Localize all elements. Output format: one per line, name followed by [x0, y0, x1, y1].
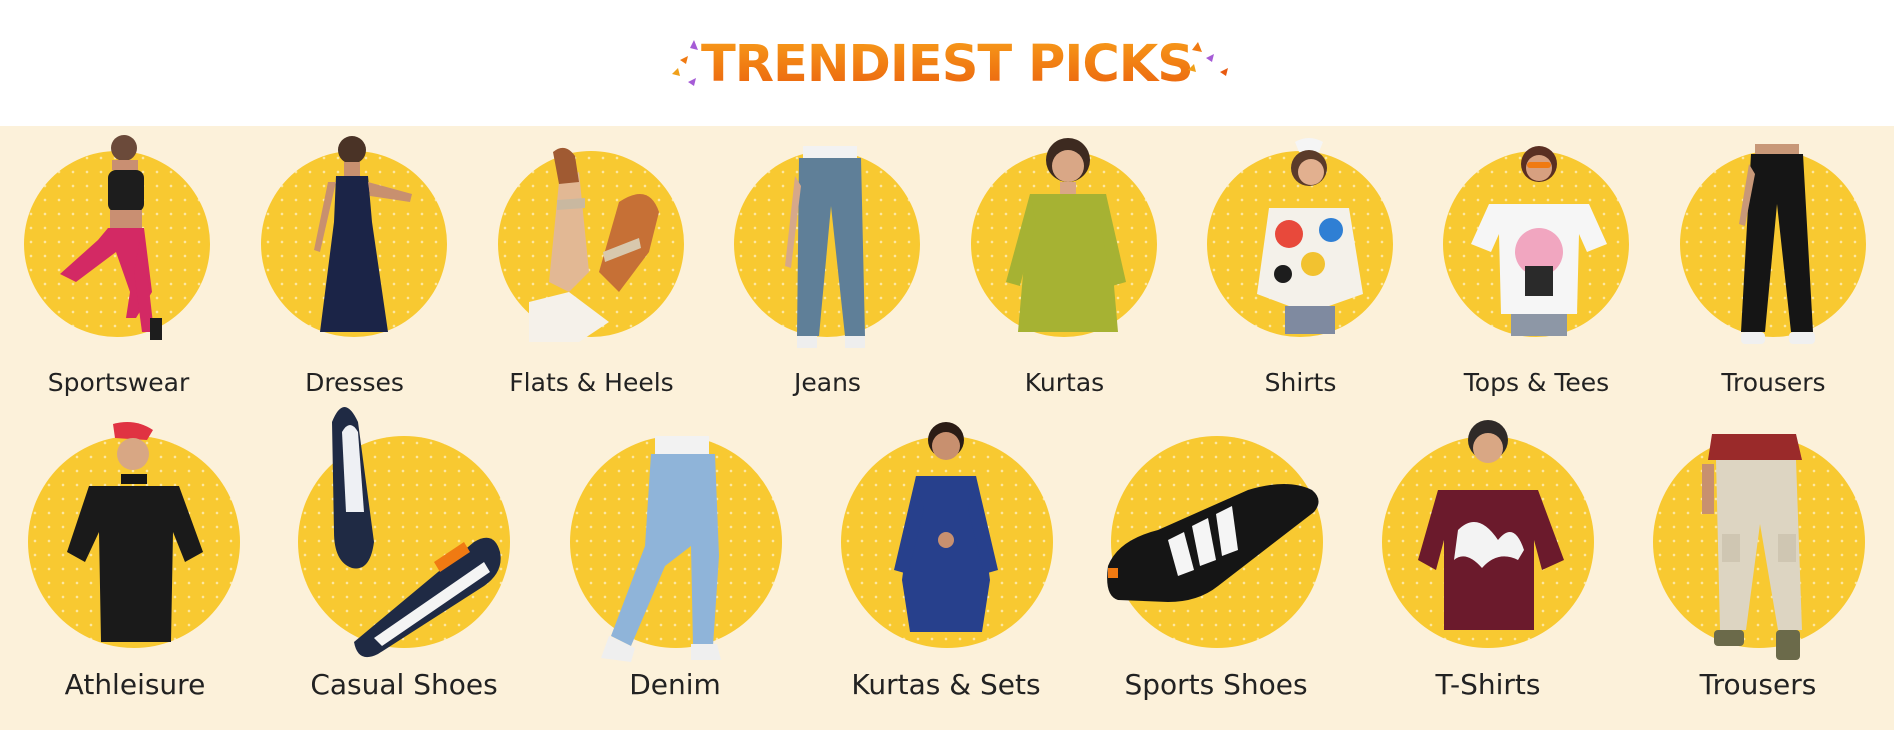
category-label: Casual Shoes — [310, 668, 498, 701]
sports-shoe-image — [1107, 484, 1319, 602]
category-label: Flats & Heels — [509, 368, 674, 397]
sportswear-model-image — [60, 135, 162, 340]
trousers-model-image — [1739, 144, 1815, 344]
dress-model-image — [314, 136, 412, 332]
tshirt-model-image — [1418, 420, 1564, 630]
casual-shoes-image — [332, 407, 501, 658]
category-label: Sports Shoes — [1124, 668, 1308, 701]
jeans-model-image — [785, 146, 865, 348]
category-tile-kurtas-sets[interactable]: Kurtas & Sets — [836, 422, 1056, 716]
category-tile-t-shirts[interactable]: T-Shirts — [1378, 420, 1598, 716]
category-tile-shirts[interactable]: Shirts — [1198, 138, 1403, 398]
shirt-model-image — [1257, 138, 1363, 334]
kurta-model-image — [1006, 138, 1126, 332]
category-tile-sports-shoes[interactable]: Sports Shoes — [1106, 426, 1326, 716]
category-tile-tops-tees[interactable]: Tops & Tees — [1434, 146, 1639, 398]
category-tile-jeans[interactable]: Jeans — [725, 146, 930, 398]
confetti-left-icon — [672, 40, 698, 86]
kurta-set-model-image — [894, 422, 998, 632]
category-label: Kurtas & Sets — [851, 668, 1041, 701]
category-label: Tops & Tees — [1463, 368, 1610, 397]
denim-model-image — [601, 436, 721, 662]
category-tile-denim[interactable]: Denim — [565, 426, 785, 716]
category-label: Shirts — [1264, 368, 1337, 397]
category-label: Kurtas — [1024, 368, 1105, 397]
cargo-trousers-model-image — [1702, 434, 1802, 660]
category-label: Denim — [629, 668, 721, 701]
category-tile-dresses[interactable]: Dresses — [252, 136, 457, 398]
category-label: Trousers — [1699, 668, 1817, 701]
section-title: TRENDIEST PICKS — [701, 30, 1194, 100]
category-label: Sportswear — [47, 368, 190, 397]
category-tile-flats-heels[interactable]: Flats & Heels — [489, 147, 694, 398]
category-tile-trousers-2[interactable]: Trousers — [1648, 426, 1868, 716]
top-model-image — [1471, 146, 1607, 336]
confetti-right-icon — [1188, 42, 1228, 76]
category-tile-kurtas[interactable]: Kurtas — [962, 138, 1167, 398]
section-header: TRENDIEST PICKS — [0, 0, 1894, 126]
category-label: Jeans — [794, 368, 861, 397]
category-tile-trousers[interactable]: Trousers — [1671, 144, 1876, 398]
category-tile-athleisure[interactable]: Athleisure — [25, 422, 245, 716]
category-tile-sportswear[interactable]: Sportswear — [16, 135, 221, 398]
categories-panel: Sportswear Dresses Flats & Heels Jeans K… — [0, 126, 1894, 730]
sandals-image — [529, 147, 659, 342]
category-label: Athleisure — [64, 668, 206, 701]
title-wrap: TRENDIEST PICKS — [0, 30, 1894, 100]
athleisure-model-image — [67, 422, 203, 642]
category-tile-casual-shoes[interactable]: Casual Shoes — [294, 407, 514, 716]
category-label: Trousers — [1721, 368, 1826, 397]
category-label: T-Shirts — [1435, 668, 1541, 701]
